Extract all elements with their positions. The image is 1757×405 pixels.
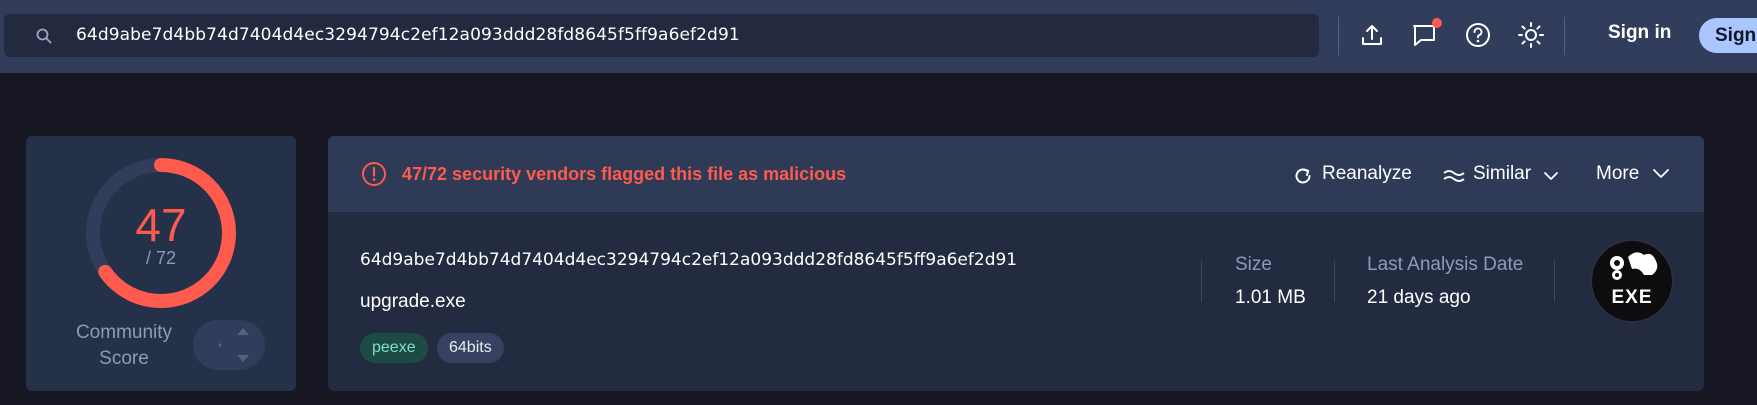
meta-divider [1334, 260, 1335, 302]
sign-up-button[interactable]: Sign [1699, 18, 1757, 53]
top-bar: 64d9abe7d4bb74d7404d4ec3294794c2ef12a093… [0, 0, 1757, 73]
toolbar-divider [1338, 17, 1339, 55]
similar-wave-icon [1443, 170, 1465, 182]
size-value: 1.01 MB [1235, 287, 1306, 308]
detection-alert-bar: 47/72 security vendors flagged this file… [328, 136, 1704, 212]
reanalyze-button[interactable]: Reanalyze [1292, 163, 1412, 187]
search-box[interactable]: 64d9abe7d4bb74d7404d4ec3294794c2ef12a093… [4, 14, 1319, 57]
detection-score-card: 47 / 72 Community Score [26, 136, 296, 391]
chevron-down-icon [1653, 169, 1669, 178]
file-summary-card: 47/72 security vendors flagged this file… [328, 136, 1704, 391]
help-icon[interactable] [1463, 20, 1493, 50]
file-type-badge: EXE [1590, 239, 1674, 323]
vote-arrows-icon[interactable] [193, 320, 265, 370]
file-name: upgrade.exe [360, 291, 466, 312]
size-label: Size [1235, 254, 1272, 275]
toolbar-divider [1564, 17, 1565, 55]
detection-alert-text: 47/72 security vendors flagged this file… [402, 164, 847, 184]
community-score-label: Community Score [75, 322, 173, 369]
theme-icon[interactable] [1516, 20, 1546, 50]
similar-dropdown[interactable]: Similar [1442, 163, 1562, 187]
search-input[interactable]: 64d9abe7d4bb74d7404d4ec3294794c2ef12a093… [76, 14, 740, 57]
file-type-label: EXE [1611, 287, 1653, 308]
detection-total: / 72 [145, 248, 177, 268]
chevron-down-icon [1544, 172, 1558, 180]
last-analysis-date-label: Last Analysis Date [1367, 254, 1524, 275]
file-hash: 64d9abe7d4bb74d7404d4ec3294794c2ef12a093… [360, 250, 1018, 270]
search-icon [36, 28, 52, 44]
sign-in-link[interactable]: Sign in [1608, 22, 1671, 44]
notification-dot [1432, 18, 1442, 28]
tag-peexe[interactable]: peexe [360, 333, 428, 363]
meta-divider [1554, 260, 1555, 302]
more-dropdown[interactable]: More [1596, 163, 1686, 187]
last-analysis-date-value: 21 days ago [1367, 287, 1471, 308]
gears-icon [1610, 252, 1658, 280]
refresh-icon [1295, 168, 1311, 184]
upload-icon[interactable] [1357, 20, 1387, 50]
tag-64bits[interactable]: 64bits [437, 333, 504, 363]
detection-count: 47 [135, 199, 187, 251]
alert-circle-icon [362, 162, 386, 186]
community-vote-widget[interactable] [193, 320, 265, 370]
meta-divider [1201, 260, 1202, 302]
